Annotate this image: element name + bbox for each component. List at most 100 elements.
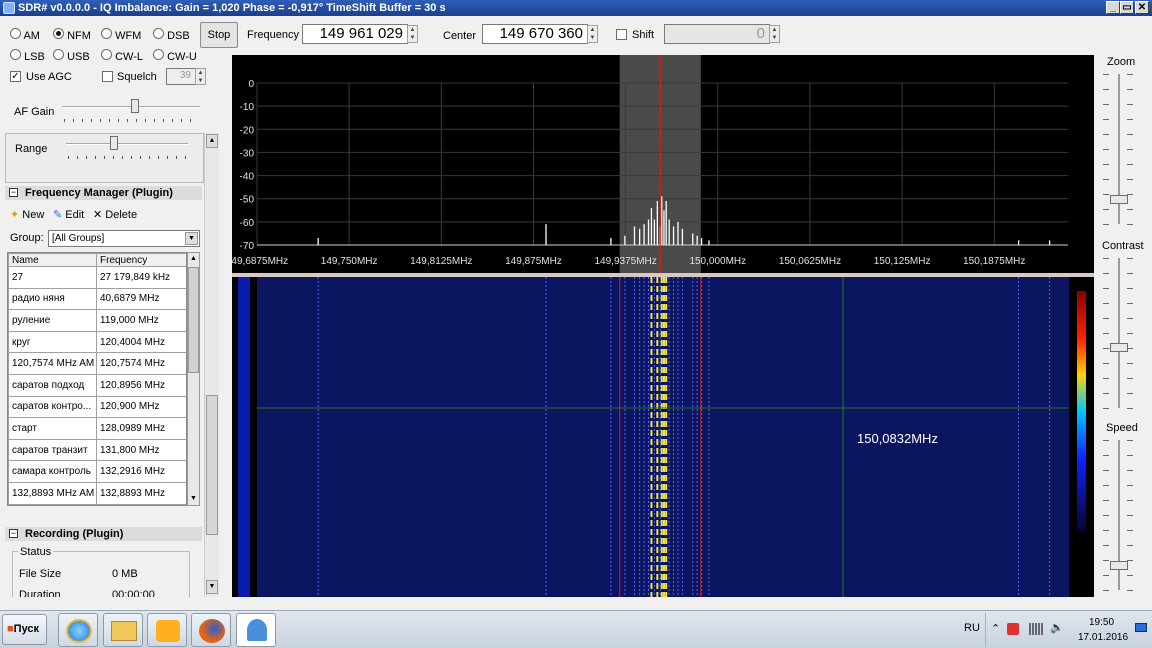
x-tick-label: 150,1875MHz — [963, 256, 1025, 267]
taskbar: ■Пуск RU ⌃ 🔈 19:50 17.01.2016 — [0, 610, 1152, 648]
delete-icon: ✕ — [93, 209, 103, 221]
group-select[interactable]: [All Groups] ▼ — [48, 230, 200, 247]
table-scrollbar[interactable]: ▲ ▼ — [187, 252, 200, 506]
language-indicator[interactable]: RU — [964, 622, 980, 634]
af-gain-slider[interactable] — [131, 99, 139, 113]
start-button[interactable]: ■Пуск — [2, 614, 47, 645]
stop-button[interactable]: Stop — [200, 22, 238, 48]
table-row[interactable]: круг 120,4004 MHz — [8, 330, 186, 354]
frequency-spinner[interactable]: ▲ ▼ — [407, 25, 418, 43]
cell-frequency: 131,800 MHz — [96, 438, 186, 462]
cell-frequency: 120,7574 MHz — [96, 352, 186, 375]
volume-icon[interactable]: 🔈 — [1050, 621, 1064, 634]
table-row[interactable]: саратов транзит 131,800 MHz — [8, 438, 186, 462]
table-row[interactable]: радио няня 40,6879 MHz — [8, 287, 186, 311]
af-gain-ticks — [64, 119, 199, 122]
mode-radio-nfm[interactable]: NFM — [53, 28, 91, 42]
scroll-up-icon[interactable]: ▲ — [206, 134, 218, 148]
column-header-frequency[interactable]: Frequency — [96, 253, 186, 267]
recording-collapse-icon[interactable]: − — [9, 529, 18, 538]
shift-input[interactable]: 0 — [664, 24, 770, 44]
tray-chevron-up-icon[interactable]: ⌃ — [991, 622, 1000, 635]
slider-tick — [1103, 590, 1109, 591]
taskbar-sdrsharp[interactable] — [236, 613, 276, 647]
taskbar-firefox[interactable] — [191, 613, 231, 647]
squelch-spinner[interactable]: ▲ ▼ — [195, 68, 206, 85]
scroll-down-icon[interactable]: ▼ — [206, 580, 218, 594]
range-slider[interactable] — [110, 136, 118, 150]
scroll-thumb[interactable] — [206, 395, 218, 535]
table-scroll-thumb[interactable] — [188, 267, 199, 373]
table-row[interactable]: старт 128,0989 MHz — [8, 417, 186, 440]
table-row[interactable]: 132,8893 MHz AM 132,8893 MHz — [8, 481, 186, 505]
frequency-input[interactable]: 149 961 029 — [302, 24, 408, 44]
table-scroll-down-icon[interactable]: ▼ — [188, 493, 199, 505]
cell-name: старт — [8, 417, 97, 440]
slider-tick — [1127, 485, 1133, 486]
network-icon[interactable] — [1029, 623, 1043, 635]
shift-spinner[interactable]: ▲ ▼ — [769, 25, 780, 43]
taskbar-explorer[interactable] — [103, 613, 143, 647]
squelch-checkbox[interactable] — [102, 71, 113, 82]
frequency-table: Name Frequency 27 27 179,849 kHz радио няня… — [7, 252, 187, 506]
table-row[interactable]: 27 27 179,849 kHz — [8, 266, 186, 289]
waterfall-left-band — [238, 277, 250, 597]
y-tick-label: -10 — [240, 102, 255, 113]
new-button[interactable]: ✦ New — [10, 208, 44, 221]
right-slider-ticks — [1103, 74, 1133, 594]
table-row[interactable]: саратов контро... 120,900 MHz — [8, 395, 186, 419]
center-input[interactable]: 149 670 360 — [482, 24, 588, 44]
slider-tick — [1103, 318, 1109, 319]
show-desktop-icon[interactable] — [1135, 623, 1147, 632]
column-header-name[interactable]: Name — [8, 253, 97, 267]
slider-tick — [1103, 575, 1109, 576]
clock-date[interactable]: 17.01.2016 — [1078, 632, 1128, 643]
table-scroll-up-icon[interactable]: ▲ — [188, 253, 199, 265]
clock-time[interactable]: 19:50 — [1089, 617, 1114, 628]
delete-button[interactable]: ✕ Delete — [93, 208, 137, 221]
minimize-button[interactable]: _ — [1106, 1, 1120, 14]
spectrum-analyzer[interactable]: 0 -10 -20 -30 -40 -50 -60 -70 149,6875MHz 149,750… — [226, 55, 1094, 273]
mode-radio-dsb[interactable]: DSB — [153, 28, 190, 42]
slider-tick — [1103, 149, 1109, 150]
collapse-icon[interactable]: − — [9, 188, 18, 197]
chevron-down-icon[interactable]: ▼ — [185, 232, 198, 245]
mode-radio-usb[interactable]: USB — [53, 49, 90, 63]
use-agc-checkbox[interactable]: ✓ — [10, 71, 21, 82]
table-row[interactable]: 120,7574 MHz AM 120,7574 MHz — [8, 352, 186, 375]
cell-name: самара контроль — [8, 460, 97, 483]
mode-radio-cwl[interactable]: CW-L — [101, 49, 143, 63]
x-tick-label: 150,0625MHz — [779, 256, 841, 267]
x-tick-label: 149,8125MHz — [410, 256, 472, 267]
windows-logo-icon: ■ — [7, 623, 14, 635]
x-tick-label: 150,000MHz — [689, 256, 746, 267]
x-tick-label: 149,6875MHz — [232, 256, 288, 267]
maximize-button[interactable]: ▭ — [1120, 1, 1134, 14]
squelch-input[interactable]: 39 — [166, 68, 196, 85]
action-center-icon[interactable] — [1007, 623, 1019, 635]
table-row[interactable]: руление 119,000 MHz — [8, 309, 186, 332]
slider-tick — [1127, 303, 1133, 304]
table-row[interactable]: саратов подход 120,8956 MHz — [8, 373, 186, 397]
edit-button[interactable]: ✎ Edit — [53, 208, 84, 221]
mode-radio-lsb[interactable]: LSB — [10, 49, 45, 63]
mode-radio-cwu[interactable]: CW-U — [153, 49, 197, 63]
taskbar-ie[interactable] — [58, 613, 98, 647]
mode-radio-am[interactable]: AM — [10, 28, 40, 42]
shift-checkbox[interactable] — [616, 29, 627, 40]
freq-manager-header[interactable]: Frequency Manager (Plugin) — [5, 186, 202, 200]
close-button[interactable]: ✕ — [1135, 1, 1149, 14]
waterfall-display[interactable]: 150,0832MHz — [232, 277, 1094, 597]
recording-header[interactable]: Recording (Plugin) — [5, 527, 202, 541]
cell-frequency: 27 179,849 kHz — [96, 266, 186, 289]
cell-name: саратов подход — [8, 373, 97, 397]
x-tick-label: 150,125MHz — [874, 256, 931, 267]
mode-radio-wfm[interactable]: WFM — [101, 28, 141, 42]
table-row[interactable]: самара контроль 132,2916 MHz — [8, 460, 186, 483]
taskbar-media[interactable] — [147, 613, 187, 647]
center-spinner[interactable]: ▲ ▼ — [587, 25, 598, 43]
left-panel-scrollbar[interactable]: ▲ ▼ — [204, 133, 219, 596]
range-track — [66, 143, 188, 145]
sdr-icon — [247, 619, 267, 641]
slider-tick — [1127, 273, 1133, 274]
